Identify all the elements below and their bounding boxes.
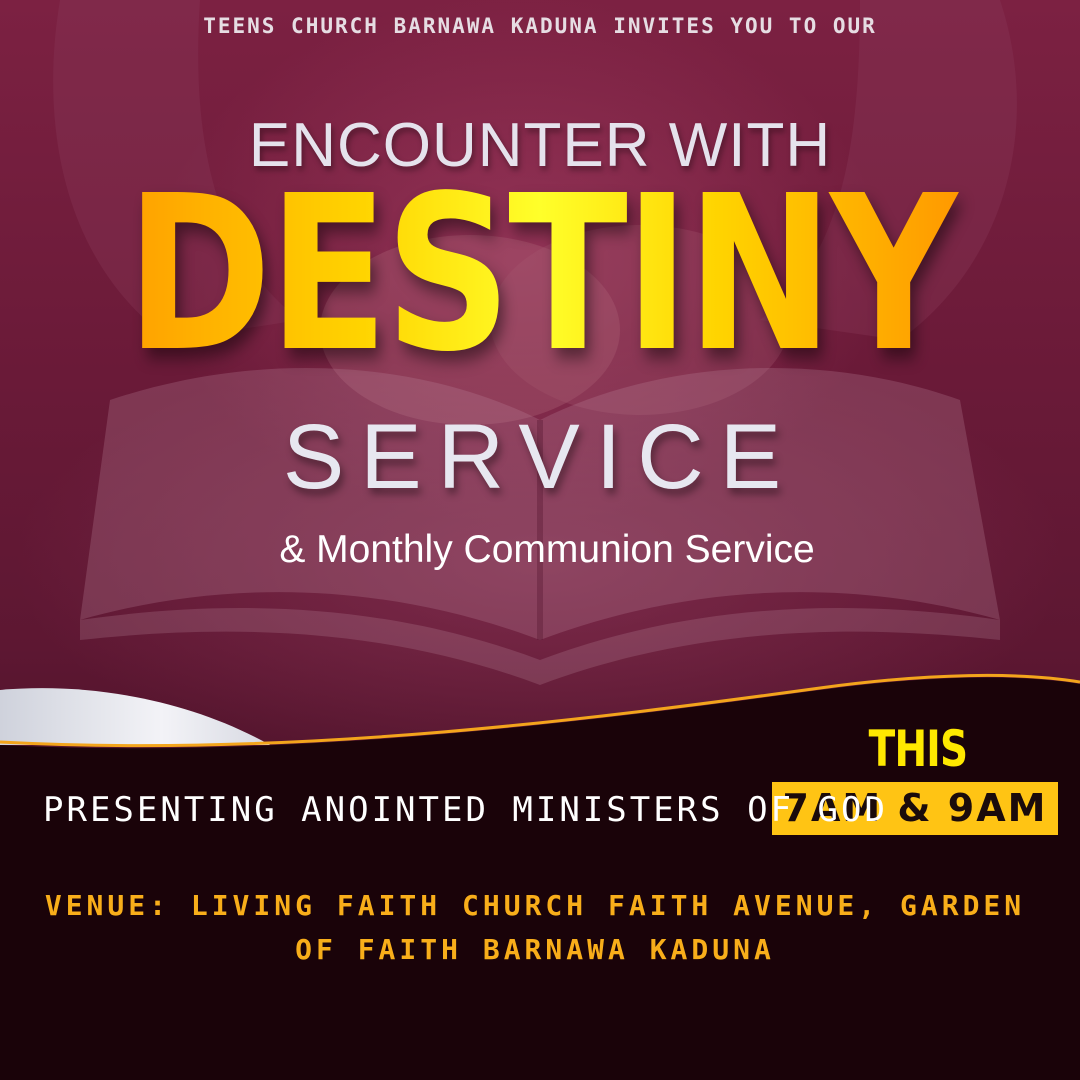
ministers-line: PRESENTING ANOINTED MINISTERS OF GOD (43, 790, 888, 830)
title-destiny: DESTINY (97, 168, 983, 382)
title-service: SERVICE (282, 406, 798, 508)
subtitle-communion: & Monthly Communion Service (279, 528, 815, 571)
venue-address: VENUE: LIVING FAITH CHURCH FAITH AVENUE,… (44, 889, 1026, 966)
invite-line: TEENS CHURCH BARNAWA KADUNA INVITES YOU … (203, 14, 877, 38)
event-poster: TEENS CHURCH BARNAWA KADUNA INVITES YOU … (0, 0, 1080, 1080)
